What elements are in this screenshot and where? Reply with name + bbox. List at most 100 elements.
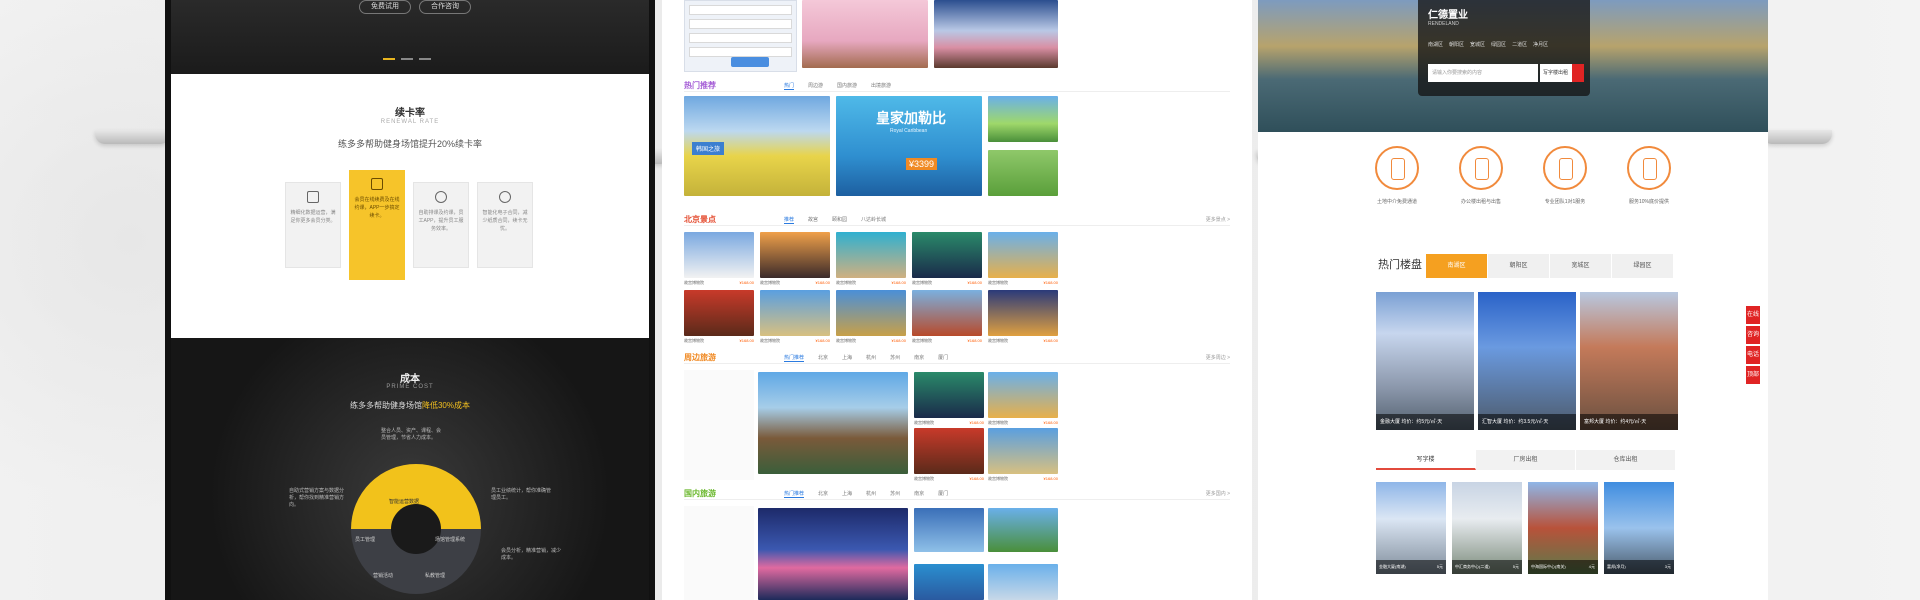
attraction-tile[interactable]: 故宫博物院 ¥168.00 — [760, 290, 830, 343]
building-card[interactable]: 金融大厦 均价：约5元/㎡·天 — [1376, 292, 1474, 430]
nearby-feature-image[interactable] — [758, 372, 908, 474]
attraction-tile[interactable]: 故宫博物院 ¥168.00 — [988, 232, 1058, 285]
search-input[interactable]: 请输入你要搜索的内容 — [1428, 64, 1538, 82]
tab[interactable]: 上海 — [842, 490, 852, 498]
tab[interactable]: 北京 — [818, 490, 828, 498]
form-field[interactable] — [689, 33, 792, 43]
nav-item[interactable]: 朝阳区 — [1449, 41, 1464, 48]
building-card[interactable]: 汇智大厦 均价：约3.5元/㎡·天 — [1478, 292, 1576, 430]
tab[interactable]: 南京 — [914, 354, 924, 362]
float-online[interactable]: 在线 — [1746, 306, 1760, 324]
tab[interactable]: 南湖区 — [1426, 254, 1488, 278]
nav-item[interactable]: 南湖区 — [1428, 41, 1443, 48]
float-consult[interactable]: 咨询 — [1746, 326, 1760, 344]
building-card-small[interactable]: 富邦(净月) 3元 — [1604, 482, 1674, 574]
attraction-tile[interactable]: 故宫博物院 ¥168.00 — [988, 428, 1058, 481]
attraction-tile[interactable]: 故宫博物院 ¥168.00 — [988, 290, 1058, 343]
attraction-image — [914, 372, 984, 418]
domestic-tile[interactable] — [914, 508, 984, 552]
tab[interactable]: 仓库出租 — [1576, 450, 1676, 470]
tab[interactable]: 故宫 — [808, 216, 818, 224]
tab[interactable]: 杭州 — [866, 354, 876, 362]
tab[interactable]: 上海 — [842, 354, 852, 362]
nav-item[interactable]: 宽城区 — [1470, 41, 1485, 48]
tab[interactable]: 国内旅游 — [837, 82, 857, 90]
attraction-tile[interactable]: 故宫博物院 ¥168.00 — [988, 372, 1058, 425]
tab[interactable]: 杭州 — [866, 490, 876, 498]
float-phone[interactable]: 电话 — [1746, 346, 1760, 364]
search-button[interactable] — [731, 57, 769, 67]
attraction-image — [836, 290, 906, 336]
more-link[interactable]: 更多景点 > — [1206, 216, 1230, 223]
form-field[interactable] — [689, 5, 792, 15]
attraction-tile[interactable]: 故宫博物院 ¥168.00 — [912, 232, 982, 285]
tab[interactable]: 写字楼 — [1376, 450, 1476, 470]
promo-tile[interactable] — [988, 150, 1058, 196]
tab[interactable]: 热门推荐 — [784, 490, 805, 498]
attraction-name: 故宫博物院 — [760, 280, 780, 285]
attraction-tile[interactable]: 故宫博物院 ¥168.00 — [914, 372, 984, 425]
promo-cruise[interactable]: 皇家加勒比 Royal Caribbean ¥3399 — [836, 96, 982, 196]
laptop-base-right2 — [1762, 130, 1832, 144]
tab[interactable]: 周边游 — [808, 82, 823, 90]
more-link[interactable]: 更多国内 > — [1206, 490, 1230, 497]
tab[interactable]: 宽城区 — [1550, 254, 1612, 278]
float-top[interactable]: 顶部 — [1746, 366, 1760, 384]
tab[interactable]: 出境旅游 — [871, 82, 891, 90]
banner-image-pagoda[interactable] — [802, 0, 928, 68]
tab[interactable]: 绿园区 — [1612, 254, 1674, 278]
wheel-label: 智能运营数据 — [389, 499, 420, 505]
form-field[interactable] — [689, 19, 792, 29]
tab[interactable]: 北京 — [818, 354, 828, 362]
tab[interactable]: 颐和园 — [832, 216, 847, 224]
caption-name: 中海国际中心(南关) — [1531, 564, 1566, 569]
tab[interactable]: 苏州 — [890, 490, 900, 498]
attraction-image — [988, 232, 1058, 278]
search-button[interactable] — [1572, 64, 1584, 82]
nav-item[interactable]: 净月区 — [1533, 41, 1548, 48]
tab[interactable]: 推荐 — [784, 216, 795, 224]
hot-title: 热门楼盘 — [1378, 259, 1422, 271]
building-card-small[interactable]: 中汇商务中心(二道) 5元 — [1452, 482, 1522, 574]
brand-logo[interactable]: 仁德置业 — [1428, 6, 1580, 21]
attraction-tile[interactable]: 故宫博物院 ¥168.00 — [684, 232, 754, 285]
category-tabs: 写字楼 厂房出租 仓库出租 — [1376, 450, 1676, 470]
domestic-tile[interactable] — [914, 564, 984, 600]
tab[interactable]: 苏州 — [890, 354, 900, 362]
attraction-tile[interactable]: 故宫博物院 ¥168.00 — [914, 428, 984, 481]
person-icon — [1543, 146, 1587, 190]
domestic-feature-image[interactable] — [758, 508, 908, 600]
nav-item[interactable]: 二道区 — [1512, 41, 1527, 48]
attraction-tile[interactable]: 故宫博物院 ¥168.00 — [912, 290, 982, 343]
building-card-small[interactable]: 中海国际中心(南关) 4元 — [1528, 482, 1598, 574]
domestic-tile[interactable] — [988, 508, 1058, 552]
carousel-dots[interactable] — [383, 58, 431, 60]
nav-item[interactable]: 绿园区 — [1491, 41, 1506, 48]
caption-name: 金融大厦(南湖) — [1379, 564, 1406, 569]
wheel-label: 私教管理 — [425, 573, 446, 579]
attraction-tile[interactable]: 故宫博物院 ¥168.00 — [836, 232, 906, 285]
attraction-tile[interactable]: 故宫博物院 ¥168.00 — [684, 290, 754, 343]
tab[interactable]: 厂房出租 — [1476, 450, 1576, 470]
attraction-tile[interactable]: 故宫博物院 ¥168.00 — [836, 290, 906, 343]
tab[interactable]: 厦门 — [938, 490, 948, 498]
search-type-select[interactable]: 写字楼出租 — [1540, 64, 1572, 82]
tab[interactable]: 热门推荐 — [784, 354, 805, 362]
domestic-tile[interactable] — [988, 564, 1058, 600]
form-field[interactable] — [689, 47, 792, 57]
tab[interactable]: 八达岭长城 — [861, 216, 886, 224]
promo-tile[interactable] — [988, 96, 1058, 142]
building-card-small[interactable]: 金融大厦(南湖) 5元 — [1376, 482, 1446, 574]
hero-button-trial[interactable]: 免费试用 — [359, 0, 411, 14]
banner-image-fuji[interactable] — [934, 0, 1058, 68]
location-icon — [1375, 146, 1419, 190]
more-link[interactable]: 更多周边 > — [1206, 354, 1230, 361]
promo-jeju[interactable]: 韩国之旅 — [684, 96, 830, 196]
tab[interactable]: 热门 — [784, 82, 795, 90]
tab[interactable]: 朝阳区 — [1488, 254, 1550, 278]
tab[interactable]: 南京 — [914, 490, 924, 498]
tab[interactable]: 厦门 — [938, 354, 948, 362]
hero-button-consult[interactable]: 合作咨询 — [419, 0, 471, 14]
building-card[interactable]: 富邦大厦 均价：约4元/㎡·天 — [1580, 292, 1678, 430]
attraction-tile[interactable]: 故宫博物院 ¥168.00 — [760, 232, 830, 285]
